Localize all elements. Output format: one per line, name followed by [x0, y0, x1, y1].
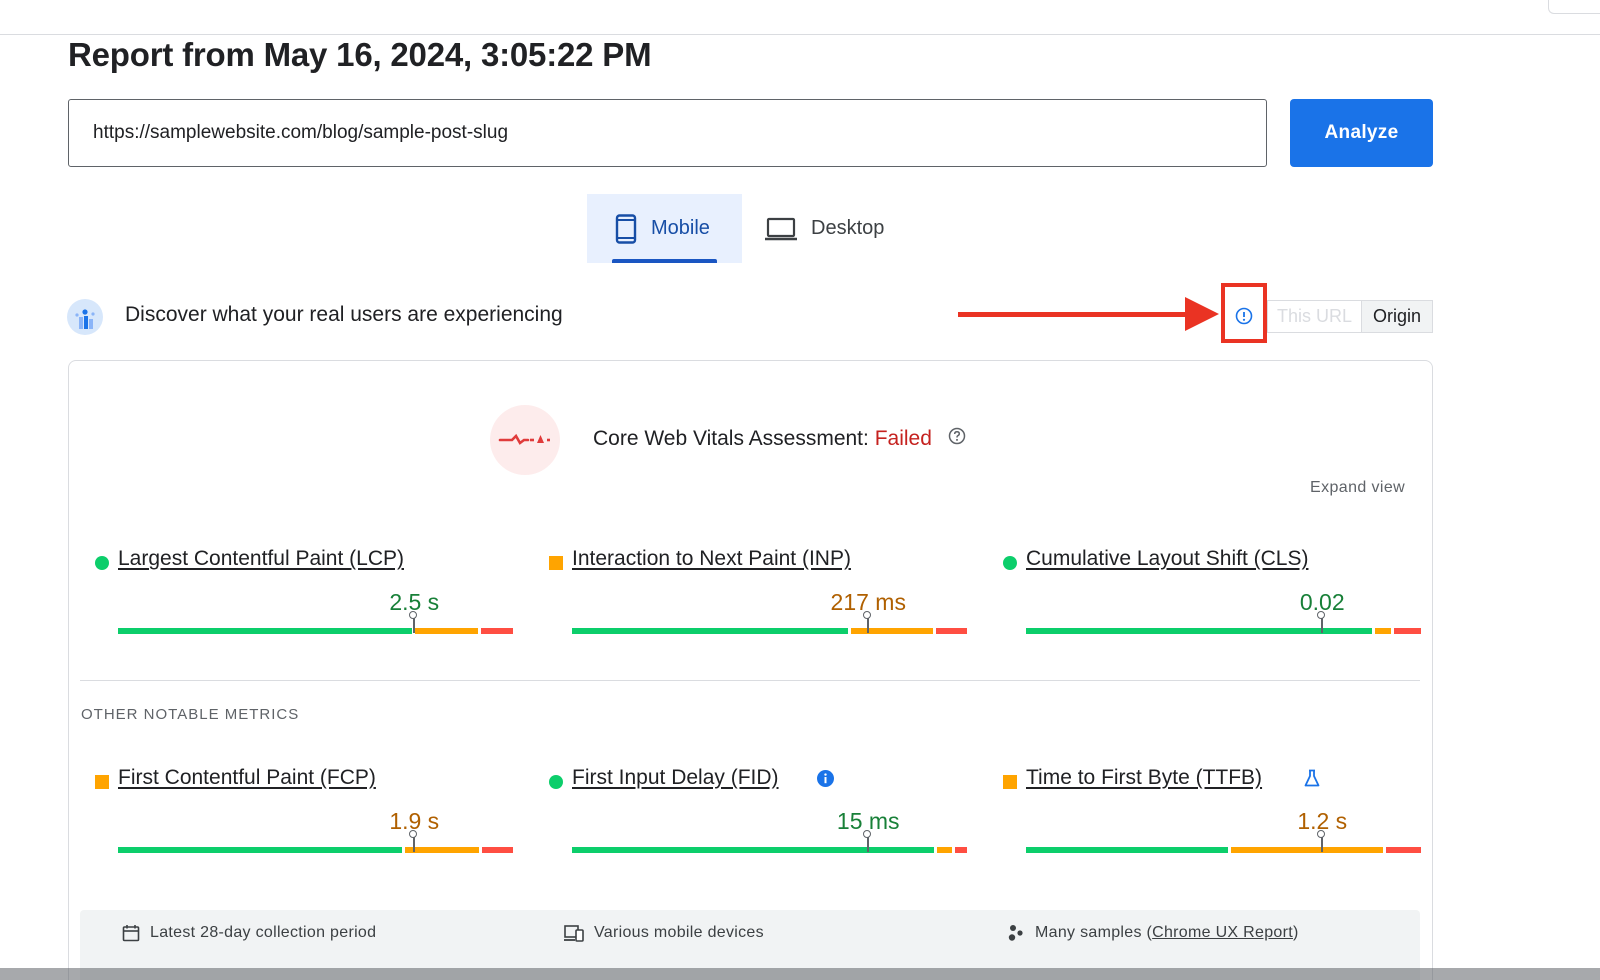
- chrome-ux-report-link[interactable]: Chrome UX Report: [1152, 924, 1293, 942]
- devices-icon: [564, 925, 584, 942]
- help-icon[interactable]: [948, 427, 966, 451]
- metric-distribution-bar: [118, 628, 513, 634]
- metric-name-link[interactable]: Cumulative Layout Shift (CLS): [1026, 547, 1308, 571]
- metric-distribution-bar: [1026, 628, 1421, 634]
- collection-period-text: Latest 28-day collection period: [150, 924, 377, 941]
- devices-text: Various mobile devices: [594, 924, 764, 941]
- metric-name-text: Time to First Byte (TTFB): [1026, 766, 1263, 789]
- metric-marker: [409, 830, 418, 852]
- this-url-toggle[interactable]: This URL: [1267, 300, 1361, 333]
- metric-marker: [1317, 830, 1326, 852]
- info-icon[interactable]: [1235, 307, 1253, 325]
- devices-info: Various mobile devices: [564, 924, 764, 942]
- samples-suffix: ): [1292, 924, 1299, 941]
- phone-icon: [615, 213, 637, 244]
- analyze-button[interactable]: Analyze: [1290, 99, 1433, 167]
- metric-fid: First Input Delay (FID) 15 ms: [549, 766, 969, 876]
- metric-marker: [1317, 611, 1326, 633]
- crux-logo-icon: [67, 299, 103, 335]
- bar-good-segment: [572, 628, 849, 634]
- field-data-card: [68, 360, 1433, 980]
- topbar-corner-control: [1548, 0, 1600, 14]
- metric-rating-indicator: [1003, 556, 1017, 570]
- metric-lcp: Largest Contentful Paint (LCP) 2.5 s: [95, 547, 515, 657]
- metric-cls: Cumulative Layout Shift (CLS) 0.02: [1003, 547, 1423, 657]
- metric-distribution-bar: [118, 847, 513, 853]
- bar-average-segment: [404, 847, 479, 853]
- cwv-assessment: Core Web Vitals Assessment: Failed: [593, 427, 966, 451]
- annotation-arrow-head: [1185, 297, 1219, 331]
- bar-poor-segment: [935, 628, 967, 634]
- metric-name-link[interactable]: Time to First Byte (TTFB): [1026, 766, 1262, 790]
- bar-average-segment: [851, 628, 933, 634]
- collection-period-info: Latest 28-day collection period: [122, 924, 376, 942]
- samples-prefix: Many samples (: [1035, 924, 1153, 941]
- metric-marker: [863, 611, 872, 633]
- users-icon: [1008, 925, 1023, 941]
- metric-distribution-bar: [572, 847, 967, 853]
- other-metrics-heading: OTHER NOTABLE METRICS: [81, 706, 300, 723]
- field-data-title: Discover what your real users are experi…: [125, 303, 563, 326]
- metric-marker: [409, 611, 418, 633]
- metric-name-text: First Contentful Paint (FCP): [118, 766, 376, 789]
- laptop-icon: [765, 217, 797, 241]
- metric-marker: [863, 830, 872, 852]
- cwv-label: Core Web Vitals Assessment:: [593, 427, 869, 450]
- cwv-failed-badge-icon: [490, 405, 560, 475]
- metric-name-link[interactable]: First Input Delay (FID): [572, 766, 779, 790]
- metric-name-link[interactable]: Largest Contentful Paint (LCP): [118, 547, 404, 571]
- metric-rating-indicator: [95, 775, 109, 789]
- metric-fcp: First Contentful Paint (FCP) 1.9 s: [95, 766, 515, 876]
- tab-desktop[interactable]: Desktop: [765, 194, 915, 263]
- metric-name-link[interactable]: Interaction to Next Paint (INP): [572, 547, 851, 571]
- bar-good-segment: [118, 847, 402, 853]
- report-title: Report from May 16, 2024, 3:05:22 PM: [68, 36, 652, 73]
- window-bottom-edge: [0, 968, 1600, 980]
- samples-info: Many samples (Chrome UX Report): [1007, 924, 1299, 942]
- tab-desktop-label: Desktop: [811, 217, 885, 239]
- bar-poor-segment: [481, 628, 513, 634]
- bar-poor-segment: [481, 847, 513, 853]
- info-icon[interactable]: [817, 770, 834, 792]
- tab-selected-indicator: [612, 259, 717, 263]
- bar-average-segment: [1375, 628, 1391, 634]
- bar-good-segment: [118, 628, 412, 634]
- cwv-status: Failed: [874, 427, 932, 450]
- bar-poor-segment: [1385, 847, 1421, 853]
- bar-average-segment: [414, 628, 479, 634]
- section-divider: [80, 680, 1420, 681]
- expand-view-link[interactable]: Expand view: [1310, 479, 1405, 497]
- bar-good-segment: [572, 847, 934, 853]
- tab-mobile-label: Mobile: [651, 217, 710, 239]
- tab-mobile[interactable]: Mobile: [587, 194, 742, 263]
- origin-toggle[interactable]: Origin: [1361, 300, 1433, 333]
- metric-ttfb: Time to First Byte (TTFB) 1.2 s: [1003, 766, 1423, 876]
- metric-inp: Interaction to Next Paint (INP) 217 ms: [549, 547, 969, 657]
- metric-distribution-bar: [572, 628, 967, 634]
- bar-average-segment: [1231, 847, 1383, 853]
- bar-poor-segment: [955, 847, 967, 853]
- flask-icon[interactable]: [1304, 769, 1320, 792]
- calendar-icon: [122, 925, 140, 942]
- metric-rating-indicator: [1003, 775, 1017, 789]
- metric-distribution-bar: [1026, 847, 1421, 853]
- browser-top-bar: [0, 0, 1600, 35]
- metric-rating-indicator: [549, 775, 563, 789]
- bar-poor-segment: [1393, 628, 1421, 634]
- bar-good-segment: [1026, 847, 1229, 853]
- metric-name-text: First Input Delay (FID): [572, 766, 779, 789]
- bar-average-segment: [936, 847, 953, 853]
- url-input[interactable]: [68, 99, 1267, 167]
- annotation-arrow-shaft: [958, 312, 1188, 317]
- metric-name-link[interactable]: First Contentful Paint (FCP): [118, 766, 376, 790]
- metric-rating-indicator: [95, 556, 109, 570]
- metric-rating-indicator: [549, 556, 563, 570]
